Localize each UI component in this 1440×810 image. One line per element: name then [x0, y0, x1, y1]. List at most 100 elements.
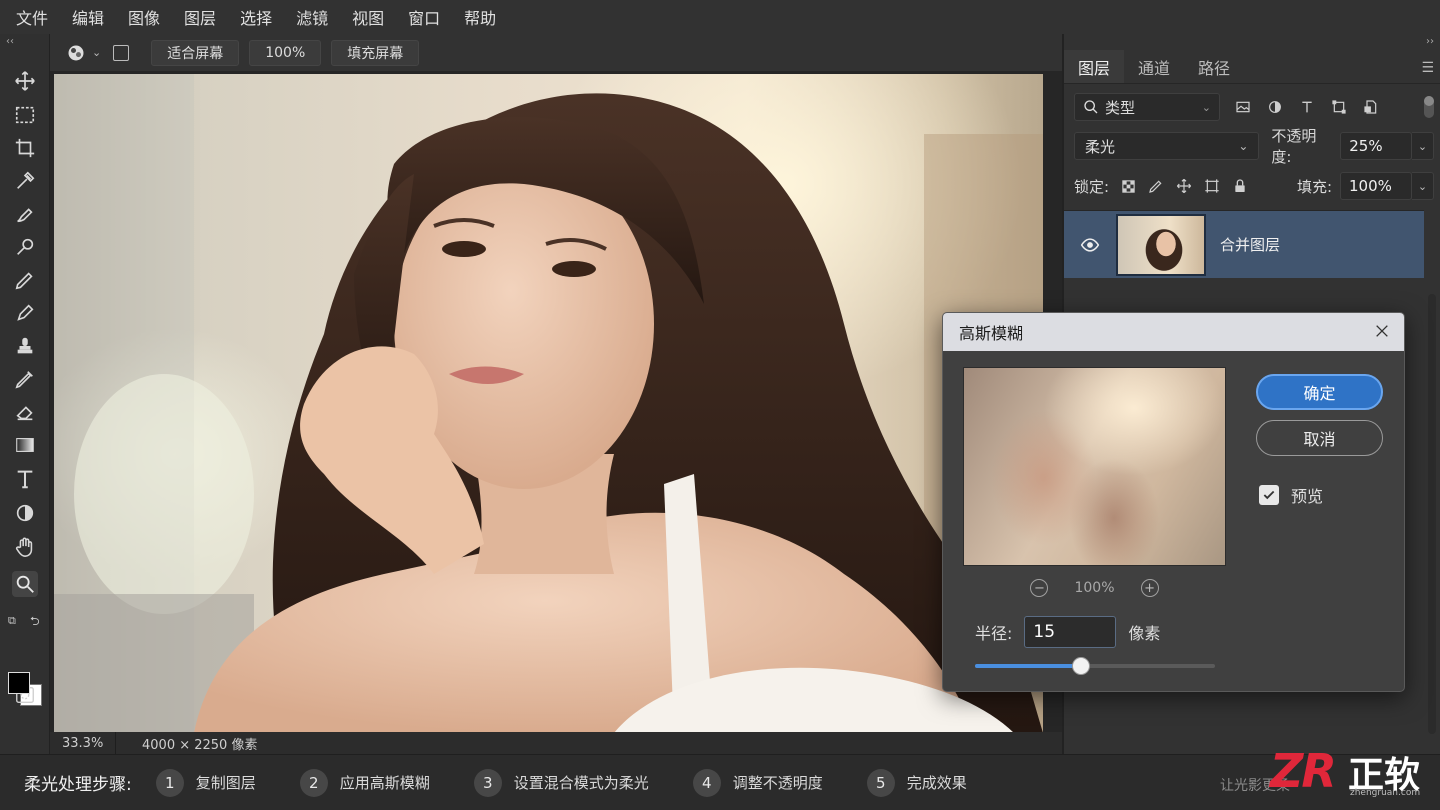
tab-paths[interactable]: 路径 — [1184, 50, 1244, 83]
panel-menu-icon[interactable]: ☰ — [1421, 60, 1434, 76]
lock-position-icon[interactable] — [1175, 177, 1193, 195]
blur-preview[interactable] — [963, 367, 1226, 566]
step-item: 1 复制图层 — [155, 768, 256, 797]
portrait-illustration — [54, 74, 1043, 733]
lock-all-icon[interactable] — [1231, 177, 1249, 195]
crop-icon[interactable] — [12, 135, 38, 161]
lock-pixels-icon[interactable] — [1147, 177, 1165, 195]
portrait-photo[interactable] — [54, 74, 1043, 733]
tab-layers[interactable]: 图层 — [1064, 50, 1125, 83]
tab-channels[interactable]: 通道 — [1124, 50, 1184, 83]
healing-brush-icon[interactable] — [12, 201, 38, 227]
layer-thumbnail[interactable] — [1116, 213, 1206, 276]
step-label: 调整不透明度 — [732, 774, 823, 792]
menu-image[interactable]: 图像 — [128, 5, 160, 29]
radius-slider-thumb[interactable] — [1071, 657, 1090, 675]
chevron-down-icon: ⌄ — [92, 46, 102, 59]
fill-input[interactable]: 100% — [1340, 172, 1412, 200]
opacity-label: 不透明度: — [1271, 127, 1317, 166]
chevron-down-icon: ⌄ — [1238, 139, 1249, 153]
layer-filter-row: 类型 ⌄ — [1074, 92, 1434, 122]
preview-label: 预览 — [1291, 487, 1324, 506]
layers-scrollbar[interactable] — [1428, 294, 1436, 734]
swap-colors-icon[interactable]: ⮌ — [30, 612, 40, 633]
blend-row: 柔光 ⌄ 不透明度: 25% ⌄ — [1074, 127, 1434, 166]
step-number: 1 — [155, 768, 184, 797]
step-label: 应用高斯模糊 — [339, 774, 430, 792]
menu-view[interactable]: 视图 — [352, 5, 384, 29]
lock-artboard-icon[interactable] — [1203, 177, 1221, 195]
blend-mode-select[interactable]: 柔光 ⌄ — [1074, 132, 1260, 160]
patch-icon[interactable] — [12, 234, 38, 260]
collapse-toolbox-icon[interactable]: ‹‹ — [6, 36, 14, 47]
foreground-color-swatch[interactable] — [8, 672, 30, 694]
resize-windows-checkbox[interactable] — [113, 44, 130, 61]
eyedropper-icon[interactable] — [12, 168, 38, 194]
preview-checkbox-row[interactable]: 预览 — [1259, 483, 1323, 507]
step-number: 2 — [299, 768, 328, 797]
menu-layer[interactable]: 图层 — [184, 5, 216, 29]
preview-checkbox[interactable] — [1259, 485, 1279, 505]
shape-layer-filter-icon[interactable] — [1330, 98, 1348, 116]
move-icon[interactable] — [12, 68, 38, 94]
menu-help[interactable]: 帮助 — [464, 5, 496, 29]
menu-edit[interactable]: 编辑 — [72, 5, 104, 29]
zoom-in-icon[interactable]: + — [1140, 579, 1159, 597]
menu-window[interactable]: 窗口 — [408, 5, 440, 29]
close-icon[interactable] — [1372, 321, 1392, 341]
fill-screen-button[interactable]: 填充屏幕 — [331, 39, 420, 66]
lock-transparency-icon[interactable] — [1119, 177, 1137, 195]
eraser-icon[interactable] — [12, 399, 38, 425]
toolbox: ‹‹ ⧉ ⮌ — [0, 34, 50, 754]
zoom-tool-preset-icon[interactable]: ⌄ — [66, 43, 101, 63]
radius-unit: 像素 — [1128, 624, 1161, 643]
cancel-button[interactable]: 取消 — [1256, 420, 1383, 456]
opacity-dropdown-icon[interactable]: ⌄ — [1412, 132, 1434, 160]
canvas-area[interactable]: 33.3% 4000 × 2250 像素 — [50, 72, 1062, 754]
zoom-100-button[interactable]: 100% — [249, 39, 322, 66]
history-brush-icon[interactable] — [12, 366, 38, 392]
layer-filter-select[interactable]: 类型 ⌄ — [1074, 93, 1220, 121]
menu-file[interactable]: 文件 — [16, 5, 48, 29]
gradient-icon[interactable] — [12, 432, 38, 458]
fill-label: 填充: — [1296, 177, 1332, 196]
menu-filter[interactable]: 滤镜 — [296, 5, 328, 29]
type-icon[interactable] — [12, 466, 38, 492]
layer-name[interactable]: 合并图层 — [1220, 234, 1280, 255]
fit-screen-button[interactable]: 适合屏幕 — [151, 39, 240, 66]
filter-toggle-switch[interactable] — [1424, 96, 1434, 118]
menu-bar: 文件 编辑 图像 图层 选择 滤镜 视图 窗口 帮助 — [0, 0, 1440, 34]
radius-row: 半径: 15 像素 — [975, 616, 1160, 648]
zoom-level[interactable]: 33.3% — [50, 732, 116, 754]
type-layer-filter-icon[interactable] — [1298, 98, 1316, 116]
step-number: 3 — [473, 768, 502, 797]
checkmark-icon — [1263, 490, 1275, 500]
menu-select[interactable]: 选择 — [240, 5, 272, 29]
visibility-eye-icon[interactable] — [1064, 235, 1116, 255]
dialog-title: 高斯模糊 — [943, 313, 1404, 351]
radius-slider[interactable] — [975, 657, 1215, 675]
opacity-input[interactable]: 25% — [1340, 132, 1413, 160]
brush-icon[interactable] — [12, 267, 38, 293]
radius-input[interactable]: 15 — [1024, 616, 1117, 648]
collapse-panels-icon[interactable]: ›› — [1426, 36, 1434, 47]
layer-row[interactable]: 合并图层 — [1064, 210, 1424, 278]
ok-button[interactable]: 确定 — [1256, 374, 1383, 410]
dodge-icon[interactable] — [12, 500, 38, 526]
zoom-out-icon[interactable]: − — [1030, 579, 1049, 597]
zoom-icon[interactable] — [12, 571, 38, 597]
smart-object-filter-icon[interactable] — [1362, 98, 1380, 116]
filter-kind-label: 类型 — [1105, 98, 1136, 117]
step-label: 复制图层 — [195, 774, 256, 792]
pencil-icon[interactable] — [12, 300, 38, 326]
pixel-layer-filter-icon[interactable] — [1234, 98, 1252, 116]
blend-mode-value: 柔光 — [1085, 137, 1116, 156]
step-item: 5 完成效果 — [866, 768, 967, 797]
hand-icon[interactable] — [12, 534, 38, 560]
marquee-icon[interactable] — [12, 102, 38, 128]
fill-dropdown-icon[interactable]: ⌄ — [1412, 172, 1434, 200]
stamp-icon[interactable] — [12, 333, 38, 359]
step-item: 3 设置混合模式为柔光 — [473, 768, 649, 797]
adjustment-layer-filter-icon[interactable] — [1266, 98, 1284, 116]
default-colors-icon[interactable]: ⧉ — [8, 614, 16, 628]
